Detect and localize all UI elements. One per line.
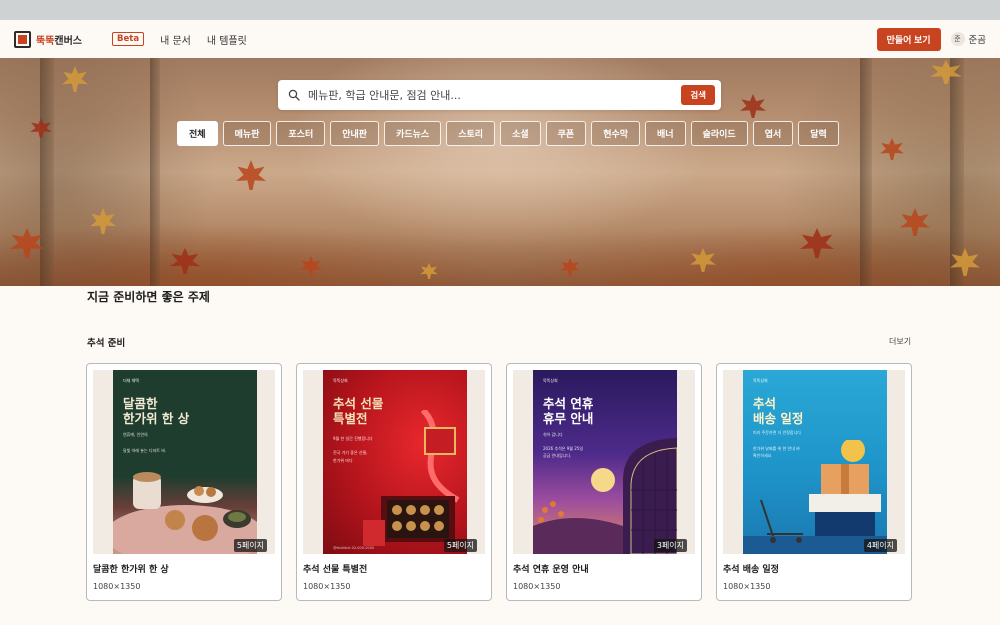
delivery-boxes-illustration (743, 440, 887, 554)
card-thumbnail: 뚝뚝상회 추석 선물 특별전 9월 한 일간 진행합니다 전국 가기 좋은 선물… (303, 370, 485, 554)
poster-brand: 더채 체택 (123, 378, 139, 383)
category-chip-story[interactable]: 스토리 (446, 121, 496, 146)
nav-right: 만들어 보기 준 준곰 (876, 27, 986, 51)
page-count-badge: 4페이지 (863, 539, 897, 552)
poster-line: 연휴에, 인연의 (123, 432, 148, 437)
poster-image: 뚝뚝상회 추석 배송 일정 미리 주문하면 더 안정합니다 한가위 날짜를 위 … (743, 370, 887, 554)
poster-brand: 뚝뚝상회 (333, 378, 348, 383)
logo-text: 뚝뚝캔버스 (36, 35, 83, 47)
maple-leaf-icon (300, 256, 322, 276)
browser-top-strip (0, 0, 1000, 20)
search-icon (288, 89, 300, 101)
category-chip-banner[interactable]: 배너 (645, 121, 686, 146)
poster-heading: 달콤한 한가위 한 상 (123, 396, 190, 426)
top-navbar: 뚝뚝캔버스 Beta 내 문서 내 템플릿 만들어 보기 준 준곰 (0, 20, 1000, 58)
section-title: 지금 준비하면 좋은 주제 (87, 290, 210, 304)
make-button[interactable]: 만들어 보기 (876, 27, 941, 51)
nav-my-templates[interactable]: 내 템플릿 (207, 32, 247, 47)
hero-bg-tree (150, 58, 160, 286)
logo[interactable]: 뚝뚝캔버스 (14, 30, 83, 48)
card-size: 1080×1350 (723, 582, 771, 591)
category-chip-postcard[interactable]: 엽서 (752, 121, 794, 146)
poster-image: 뚝뚝상회 추석 연휴 휴무 안내 쉬어 갑니다 2026 추석은 9월 25일 … (533, 370, 677, 554)
category-chips: 전체 메뉴판 포스터 안내판 카드뉴스 스토리 소셜 쿠폰 현수막 배너 슬라이… (177, 121, 839, 146)
template-card[interactable]: 뚝뚝상회 추석 선물 특별전 9월 한 일간 진행합니다 전국 가기 좋은 선물… (296, 363, 492, 601)
card-size: 1080×1350 (93, 582, 141, 591)
poster-line: 한가위 마다 (333, 458, 353, 463)
subsection-title: 추석 준비 (87, 338, 126, 349)
category-chip-banner-large[interactable]: 현수막 (591, 121, 641, 146)
category-chip-social[interactable]: 소셜 (500, 121, 541, 146)
poster-foot: @ttukttuk 02-000-0000 (333, 546, 375, 550)
card-title: 추석 선물 특별전 (303, 565, 368, 575)
template-card[interactable]: 더채 체택 달콤한 한가위 한 상 연휴에, 인연의 달빛 아래 놓는 디저트 … (86, 363, 282, 601)
user-menu[interactable]: 준 준곰 (950, 32, 986, 46)
hero-bg-tree (860, 58, 872, 286)
card-thumbnail: 뚝뚝상회 추석 연휴 휴무 안내 쉬어 갑니다 2026 추석은 9월 25일 … (513, 370, 695, 554)
poster-heading: 추석 연휴 휴무 안내 (543, 396, 594, 426)
poster-heading: 추석 배송 일정 (753, 396, 804, 426)
card-title: 추석 배송 일정 (723, 565, 779, 575)
poster-line: 미리 주문하면 더 안정합니다 (753, 430, 801, 435)
avatar: 준 (950, 32, 965, 46)
category-chip-cardnews[interactable]: 카드뉴스 (384, 121, 442, 146)
category-chip-signboard[interactable]: 안내판 (330, 121, 380, 146)
maple-leaf-icon (170, 248, 200, 274)
more-link[interactable]: 더보기 (889, 336, 911, 347)
page-count-badge: 3페이지 (653, 539, 687, 552)
category-chip-calendar[interactable]: 달력 (798, 121, 839, 146)
maple-leaf-icon (420, 263, 438, 279)
poster-brand: 뚝뚝상회 (543, 378, 558, 383)
nav-my-documents[interactable]: 내 문서 (160, 32, 191, 47)
template-card[interactable]: 뚝뚝상회 추석 연휴 휴무 안내 쉬어 갑니다 2026 추석은 9월 25일 … (506, 363, 702, 601)
category-chip-slide[interactable]: 슬라이드 (690, 121, 748, 146)
card-title: 추석 연휴 운영 안내 (513, 565, 589, 575)
search-bar: 검색 (278, 80, 721, 110)
page-count-badge: 5페이지 (443, 539, 477, 552)
category-chip-menu[interactable]: 메뉴판 (222, 121, 272, 146)
poster-line: 달빛 아래 놓는 디저트 바. (123, 448, 167, 453)
card-thumbnail: 더채 체택 달콤한 한가위 한 상 연휴에, 인연의 달빛 아래 놓는 디저트 … (93, 370, 275, 554)
moon-window-illustration (533, 438, 677, 554)
card-size: 1080×1350 (513, 582, 561, 591)
category-chip-poster[interactable]: 포스터 (276, 121, 326, 146)
maple-leaf-icon (740, 94, 766, 118)
card-thumbnail: 뚝뚝상회 추석 배송 일정 미리 주문하면 더 안정합니다 한가위 날짜를 위 … (723, 370, 905, 554)
user-name: 준곰 (968, 35, 986, 46)
maple-leaf-icon (900, 208, 930, 236)
poster-image: 뚝뚝상회 추석 선물 특별전 9월 한 일간 진행합니다 전국 가기 좋은 선물… (323, 370, 467, 554)
hero-bg-tree (950, 58, 964, 286)
maple-leaf-icon (62, 66, 88, 92)
maple-leaf-icon (560, 258, 580, 276)
maple-leaf-icon (800, 228, 834, 258)
card-size: 1080×1350 (303, 582, 351, 591)
search-input[interactable] (308, 88, 682, 102)
template-cards: 더채 체택 달콤한 한가위 한 상 연휴에, 인연의 달빛 아래 놓는 디저트 … (86, 363, 912, 601)
card-title: 달콤한 한가위 한 상 (93, 565, 169, 575)
template-card[interactable]: 뚝뚝상회 추석 배송 일정 미리 주문하면 더 안정합니다 한가위 날짜를 위 … (716, 363, 912, 601)
maple-leaf-icon (236, 160, 266, 190)
maple-leaf-icon (880, 138, 904, 160)
gift-box-illustration (363, 410, 460, 546)
search-button[interactable]: 검색 (681, 85, 715, 105)
poster-brand: 뚝뚝상회 (753, 378, 768, 383)
hero-banner: 검색 전체 메뉴판 포스터 안내판 카드뉴스 스토리 소셜 쿠폰 현수막 배너 … (0, 58, 1000, 286)
maple-leaf-icon (10, 228, 44, 258)
maple-leaf-icon (690, 248, 716, 272)
logo-mark-icon (14, 30, 31, 48)
category-chip-coupon[interactable]: 쿠폰 (545, 121, 587, 146)
category-chip-all[interactable]: 전체 (177, 121, 218, 146)
maple-leaf-icon (90, 208, 116, 234)
poster-image: 더채 체택 달콤한 한가위 한 상 연휴에, 인연의 달빛 아래 놓는 디저트 … (113, 370, 257, 554)
page-count-badge: 5페이지 (233, 539, 267, 552)
beta-badge: Beta (112, 32, 145, 46)
hero-bg-tree (40, 58, 54, 286)
